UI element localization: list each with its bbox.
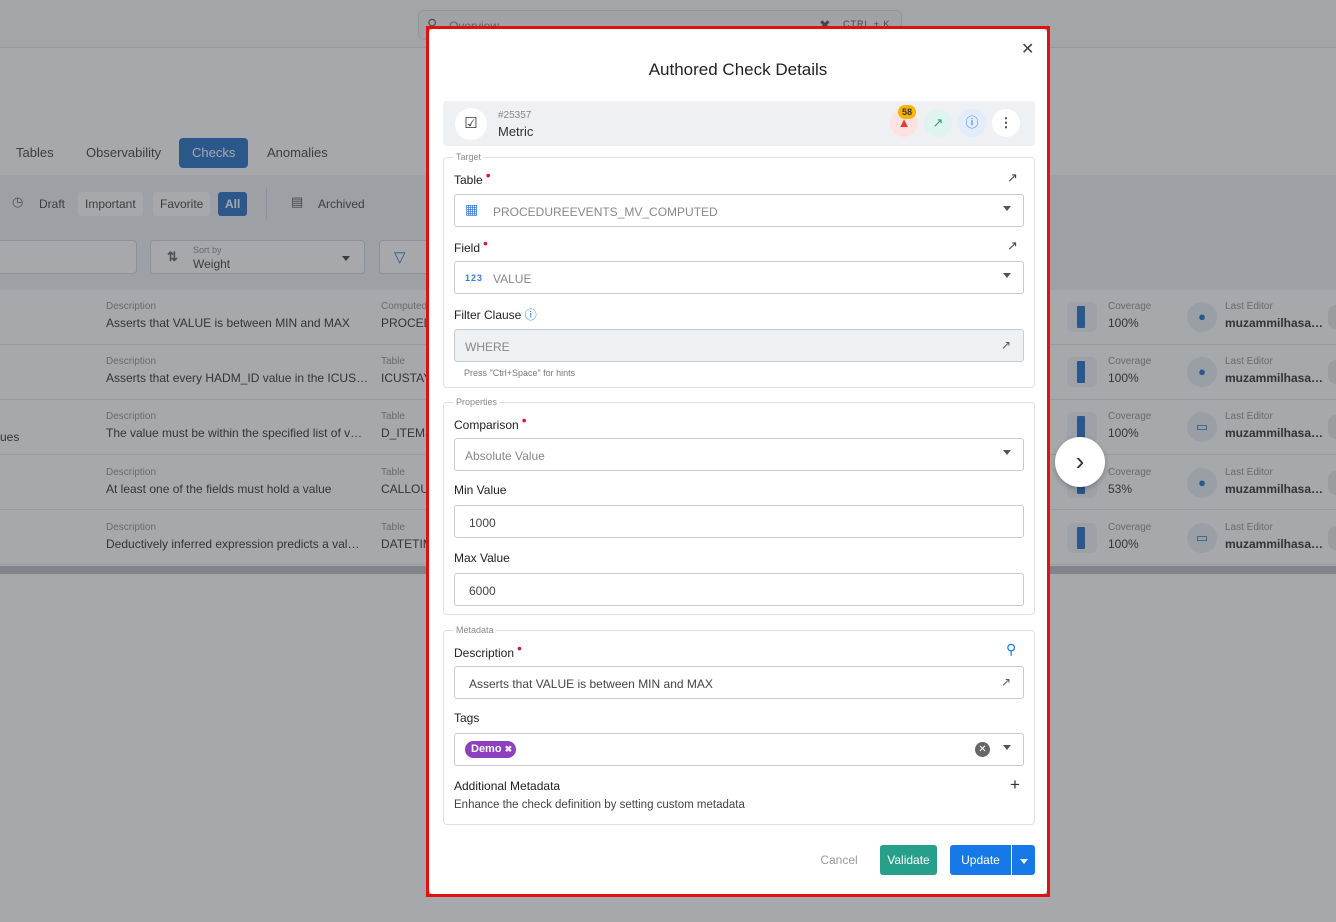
chart-icon[interactable]: ↗	[924, 109, 952, 137]
chevron-down-icon	[1019, 859, 1028, 864]
open-field-icon[interactable]: ↗	[1007, 238, 1018, 254]
comparison-value: Absolute Value	[465, 449, 545, 463]
target-section: Target Table • ↗ ▦ PROCEDUREEVENTS_MV_COM…	[443, 152, 1035, 388]
tags-input[interactable]: Demo ✖ ✕	[454, 733, 1024, 766]
description-value: Asserts that VALUE is between MIN and MA…	[469, 677, 713, 691]
filter-hint: Press "Ctrl+Space" for hints	[464, 368, 576, 378]
description-input[interactable]: Asserts that VALUE is between MIN and MA…	[454, 666, 1024, 699]
clear-tags-icon[interactable]: ✕	[975, 742, 990, 757]
additional-metadata-label: Additional Metadata	[454, 779, 561, 793]
remove-tag-icon[interactable]: ✖	[505, 744, 513, 754]
properties-legend: Properties	[454, 397, 500, 407]
anomaly-count-badge: 58	[898, 105, 917, 119]
add-metadata-icon[interactable]: +	[1010, 775, 1020, 795]
check-icon: ☑	[455, 108, 487, 140]
chevron-right-icon: ›	[1075, 446, 1085, 476]
additional-metadata-help: Enhance the check definition by setting …	[454, 799, 745, 811]
check-type: Metric	[498, 124, 534, 139]
chevron-down-icon	[1003, 745, 1011, 750]
authored-check-dialog: ✕ Authored Check Details ☑ #25357 Metric…	[429, 29, 1047, 894]
info-icon[interactable]: ⓘ	[525, 308, 537, 322]
metadata-section: Metadata Description • ⚲ Asserts that VAL…	[443, 625, 1035, 825]
field-label: Field •	[454, 235, 488, 255]
more-options-icon[interactable]: ⋮	[992, 109, 1020, 137]
filter-clause-label: Filter Clause ⓘ	[454, 308, 537, 322]
lightbulb-icon[interactable]: ⚲	[1006, 641, 1016, 658]
next-check-button[interactable]: ›	[1055, 437, 1105, 487]
min-value-label: Min Value	[454, 483, 507, 497]
numeric-type-icon: 123	[465, 273, 484, 283]
max-value: 6000	[469, 584, 496, 598]
open-table-icon[interactable]: ↗	[1007, 170, 1018, 186]
max-value-label: Max Value	[454, 551, 510, 565]
chevron-down-icon	[1003, 450, 1011, 455]
expand-icon[interactable]: ↗	[1001, 675, 1011, 689]
table-icon: ▦	[465, 201, 479, 217]
expand-icon[interactable]: ↗	[1001, 338, 1011, 352]
description-label: Description •	[454, 640, 522, 660]
table-select-value: PROCEDUREEVENTS_MV_COMPUTED	[493, 205, 718, 219]
metadata-legend: Metadata	[454, 625, 496, 635]
field-select[interactable]: 123 VALUE	[454, 261, 1024, 294]
close-icon[interactable]: ✕	[1021, 39, 1034, 59]
dialog-title: Authored Check Details	[648, 60, 828, 79]
properties-section: Properties Comparison • Absolute Value Mi…	[443, 397, 1035, 615]
filter-clause-placeholder: WHERE	[465, 340, 510, 354]
validate-button[interactable]: Validate	[880, 845, 937, 875]
field-select-value: VALUE	[493, 272, 532, 286]
tags-label: Tags	[454, 711, 480, 725]
tag-label: Demo	[471, 743, 502, 755]
target-legend: Target	[454, 152, 484, 162]
comparison-label: Comparison •	[454, 412, 527, 432]
check-id: #25357	[498, 110, 532, 121]
comparison-select[interactable]: Absolute Value	[454, 438, 1024, 471]
min-value-input[interactable]: 1000	[454, 505, 1024, 538]
chevron-down-icon	[1003, 273, 1011, 278]
max-value-input[interactable]: 6000	[454, 573, 1024, 606]
table-label: Table •	[454, 167, 491, 187]
info-icon[interactable]: ⓘ	[958, 109, 986, 137]
cancel-button[interactable]: Cancel	[814, 845, 864, 875]
check-header: ☑ #25357 Metric ▲ 58 ↗ ⓘ ⋮	[443, 101, 1035, 146]
filter-clause-input[interactable]: WHERE ↗	[454, 329, 1024, 362]
table-select[interactable]: ▦ PROCEDUREEVENTS_MV_COMPUTED	[454, 194, 1024, 227]
tag-chip[interactable]: Demo ✖	[465, 741, 517, 758]
min-value: 1000	[469, 516, 496, 530]
update-options-button[interactable]	[1012, 845, 1035, 875]
update-button[interactable]: Update	[950, 845, 1011, 875]
chevron-down-icon	[1003, 206, 1011, 211]
